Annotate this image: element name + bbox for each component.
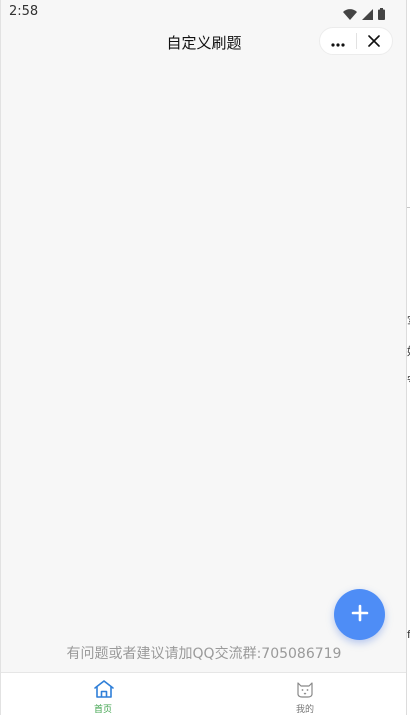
tab-mine-label: 我的: [295, 705, 314, 715]
tab-mine[interactable]: 我的: [265, 673, 345, 715]
more-button[interactable]: [320, 28, 356, 54]
wifi-icon: [343, 5, 357, 24]
more-dots-icon: [331, 32, 345, 51]
main-content: [1, 60, 406, 672]
app-screen: 2:58 自定义刷题 有问题或者建议请加QQ交流群:705086719 首页 我…: [0, 0, 406, 715]
tab-home-label: 首页: [93, 705, 112, 715]
tab-bar: 首页 我的: [1, 672, 406, 715]
battery-icon: [378, 5, 385, 24]
add-button[interactable]: [334, 589, 385, 640]
background-page-edge: 军 好 守 f: [406, 0, 410, 715]
cat-face-icon: [295, 679, 315, 699]
home-icon: [93, 679, 114, 699]
close-button[interactable]: [356, 28, 392, 54]
plus-icon: [351, 604, 369, 626]
tab-home[interactable]: 首页: [63, 673, 143, 715]
cell-signal-icon: [362, 5, 373, 24]
nav-bar: 自定义刷题: [1, 24, 406, 60]
status-bar: 2:58: [1, 0, 406, 24]
status-icons: [343, 5, 385, 24]
status-time: 2:58: [9, 4, 39, 19]
group-notice: 有问题或者建议请加QQ交流群:705086719: [66, 646, 342, 662]
mini-program-capsule: [319, 27, 393, 55]
close-icon: [368, 32, 381, 51]
